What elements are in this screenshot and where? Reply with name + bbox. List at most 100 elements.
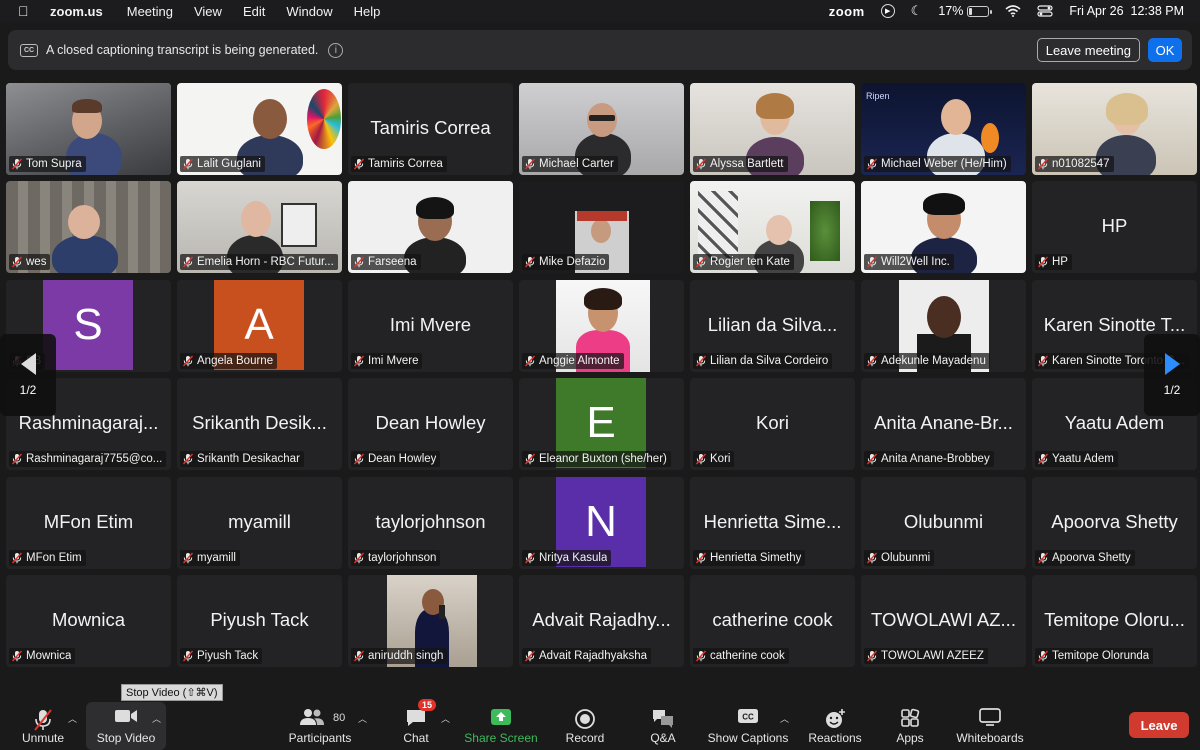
participant-tile[interactable]: Will2Well Inc. xyxy=(861,181,1026,274)
microphone-muted-icon xyxy=(695,650,707,662)
participant-tile[interactable]: Tamiris Correa Tamiris Correa xyxy=(348,83,513,175)
apple-icon[interactable]:  xyxy=(18,3,36,19)
participant-tile[interactable]: Alyssa Bartlett xyxy=(690,83,855,175)
menu-window[interactable]: Window xyxy=(286,4,332,19)
menu-edit[interactable]: Edit xyxy=(243,4,265,19)
participants-options-caret-icon[interactable]: ︿ xyxy=(358,712,367,725)
previous-page-button[interactable]: 1/2 xyxy=(0,334,56,416)
participant-tile[interactable]: Mike Defazio xyxy=(519,181,684,274)
participant-tile[interactable]: myamill myamill xyxy=(177,476,342,569)
info-icon[interactable]: i xyxy=(328,42,344,58)
participant-name-tag: MFon Etim xyxy=(9,549,86,566)
participant-tile[interactable]: Henrietta Sime... Henrietta Simethy xyxy=(690,476,855,569)
participant-tile[interactable]: HP HP xyxy=(1032,181,1197,274)
menu-app-name[interactable]: zoom.us xyxy=(50,4,103,19)
participant-name-tag: Advait Rajadhyaksha xyxy=(522,647,652,664)
zoom-status-label[interactable]: zoom xyxy=(829,4,865,19)
participant-tile[interactable]: Olubunmi Olubunmi xyxy=(861,476,1026,569)
stop-video-button[interactable]: Stop Video xyxy=(86,702,166,750)
video-options-caret-icon[interactable]: ︿ xyxy=(152,712,161,725)
unmute-options-caret-icon[interactable]: ︿ xyxy=(68,712,77,725)
participant-tile[interactable]: Rogier ten Kate xyxy=(690,181,855,274)
participant-tile[interactable]: Anggie Almonte xyxy=(519,279,684,372)
microphone-muted-icon xyxy=(182,552,194,564)
participant-tile[interactable]: n01082547 xyxy=(1032,83,1197,175)
ok-button[interactable]: OK xyxy=(1148,38,1182,62)
menu-view[interactable]: View xyxy=(194,4,222,19)
whiteboards-label: Whiteboards xyxy=(956,731,1024,745)
avatar: S xyxy=(43,279,133,370)
participant-tile[interactable]: Apoorva Shetty Apoorva Shetty xyxy=(1032,476,1197,569)
participant-tile[interactable]: MFon Etim MFon Etim xyxy=(6,476,171,569)
participant-tile[interactable]: Lilian da Silva... Lilian da Silva Cordei… xyxy=(690,279,855,372)
participant-tile[interactable]: Mownica Mownica xyxy=(6,574,171,667)
participant-tile[interactable]: Kori Kori xyxy=(690,378,855,471)
play-icon[interactable]: ▶ xyxy=(880,4,895,18)
page-indicator-right: 1/2 xyxy=(1163,383,1181,397)
participant-name: Alyssa Bartlett xyxy=(710,158,784,170)
participant-display-name: Imi Mvere xyxy=(389,313,472,335)
participant-display-name: Tamiris Correa xyxy=(370,117,491,138)
participant-name: wes xyxy=(26,256,47,269)
participant-tile[interactable]: Emelia Horn - RBC Futur... xyxy=(177,181,342,274)
participant-tile[interactable]: Srikanth Desik... Srikanth Desikachar xyxy=(177,378,342,471)
participant-name: Kori xyxy=(710,453,731,466)
participant-name-tag: Tom Supra xyxy=(9,156,86,172)
chat-options-caret-icon[interactable]: ︿ xyxy=(441,712,450,725)
next-page-button[interactable]: 1/2 xyxy=(1144,334,1200,416)
show-captions-button[interactable]: CC Show Captions xyxy=(706,702,790,750)
captions-options-caret-icon[interactable]: ︿ xyxy=(780,712,789,725)
unmute-button[interactable]: Unmute xyxy=(14,702,72,750)
menu-help[interactable]: Help xyxy=(354,4,381,19)
participant-display-name: MFon Etim xyxy=(43,510,134,532)
reaction-smiley-icon xyxy=(826,709,845,728)
microphone-muted-icon xyxy=(34,709,52,731)
menu-meeting[interactable]: Meeting xyxy=(127,4,173,19)
control-center-icon[interactable] xyxy=(1037,5,1053,17)
participant-tile[interactable]: aniruddh singh xyxy=(348,574,513,667)
participant-tile[interactable]: Lalit Guglani xyxy=(177,83,342,175)
participant-tile[interactable]: Adekunle Mayadenu xyxy=(861,279,1026,372)
chat-button[interactable]: 15 Chat xyxy=(396,699,437,750)
participant-tile[interactable]: Piyush Tack Piyush Tack xyxy=(177,574,342,667)
share-screen-button[interactable]: Share Screen xyxy=(464,702,538,750)
participant-tile[interactable]: Anita Anane-Br... Anita Anane-Brobbey xyxy=(861,378,1026,471)
participant-tile[interactable]: catherine cook catherine cook xyxy=(690,574,855,667)
microphone-muted-icon xyxy=(695,256,707,268)
leave-meeting-button[interactable]: Leave meeting xyxy=(1036,38,1140,62)
participant-name: Nritya Kasula xyxy=(539,551,608,564)
participant-tile[interactable]: Tom Supra xyxy=(6,83,171,175)
leave-button[interactable]: Leave xyxy=(1129,712,1189,738)
participant-name: Michael Carter xyxy=(539,158,614,170)
reactions-button[interactable]: Reactions xyxy=(806,702,864,750)
show-captions-label: Show Captions xyxy=(707,731,789,745)
participant-display-name: HP xyxy=(1101,215,1128,237)
microphone-muted-icon xyxy=(695,158,707,170)
battery-status[interactable]: 17% xyxy=(938,4,993,18)
participant-tile[interactable]: A Angela Bourne xyxy=(177,279,342,372)
participant-name: Adekunle Mayadenu xyxy=(881,354,986,367)
qa-button[interactable]: Q&A xyxy=(644,702,682,750)
participant-tile[interactable]: wes xyxy=(6,181,171,274)
participant-tile[interactable]: Dean Howley Dean Howley xyxy=(348,378,513,471)
moon-icon[interactable]: ☾ xyxy=(911,3,923,19)
menubar-datetime[interactable]: Fri Apr 26 12:38 PM xyxy=(1069,4,1184,18)
participant-tile[interactable]: Farseena xyxy=(348,181,513,274)
participant-tile[interactable]: Temitope Oloru... Temitope Olorunda xyxy=(1032,574,1197,667)
participant-name: Anita Anane-Brobbey xyxy=(881,453,990,466)
apps-button[interactable]: Apps xyxy=(890,702,930,750)
record-button[interactable]: Record xyxy=(562,702,608,750)
participant-name: Mownica xyxy=(26,649,72,662)
participant-tile[interactable]: Advait Rajadhy... Advait Rajadhyaksha xyxy=(519,574,684,667)
participant-tile[interactable]: E Eleanor Buxton (she/her) xyxy=(519,378,684,471)
participants-button[interactable]: Participants xyxy=(284,702,356,750)
participant-tile[interactable]: TOWOLAWI AZ... TOWOLAWI AZEEZ xyxy=(861,574,1026,667)
microphone-muted-icon xyxy=(695,552,707,564)
wifi-icon[interactable] xyxy=(1005,5,1021,17)
participant-tile[interactable]: Imi Mvere Imi Mvere xyxy=(348,279,513,372)
participant-tile[interactable]: N Nritya Kasula xyxy=(519,476,684,569)
whiteboards-button[interactable]: Whiteboards xyxy=(952,702,1028,750)
participant-tile[interactable]: taylorjohnson taylorjohnson xyxy=(348,476,513,569)
participant-tile[interactable]: Ripen Michael Weber (He/Him) xyxy=(861,83,1026,175)
participant-tile[interactable]: Michael Carter xyxy=(519,83,684,175)
